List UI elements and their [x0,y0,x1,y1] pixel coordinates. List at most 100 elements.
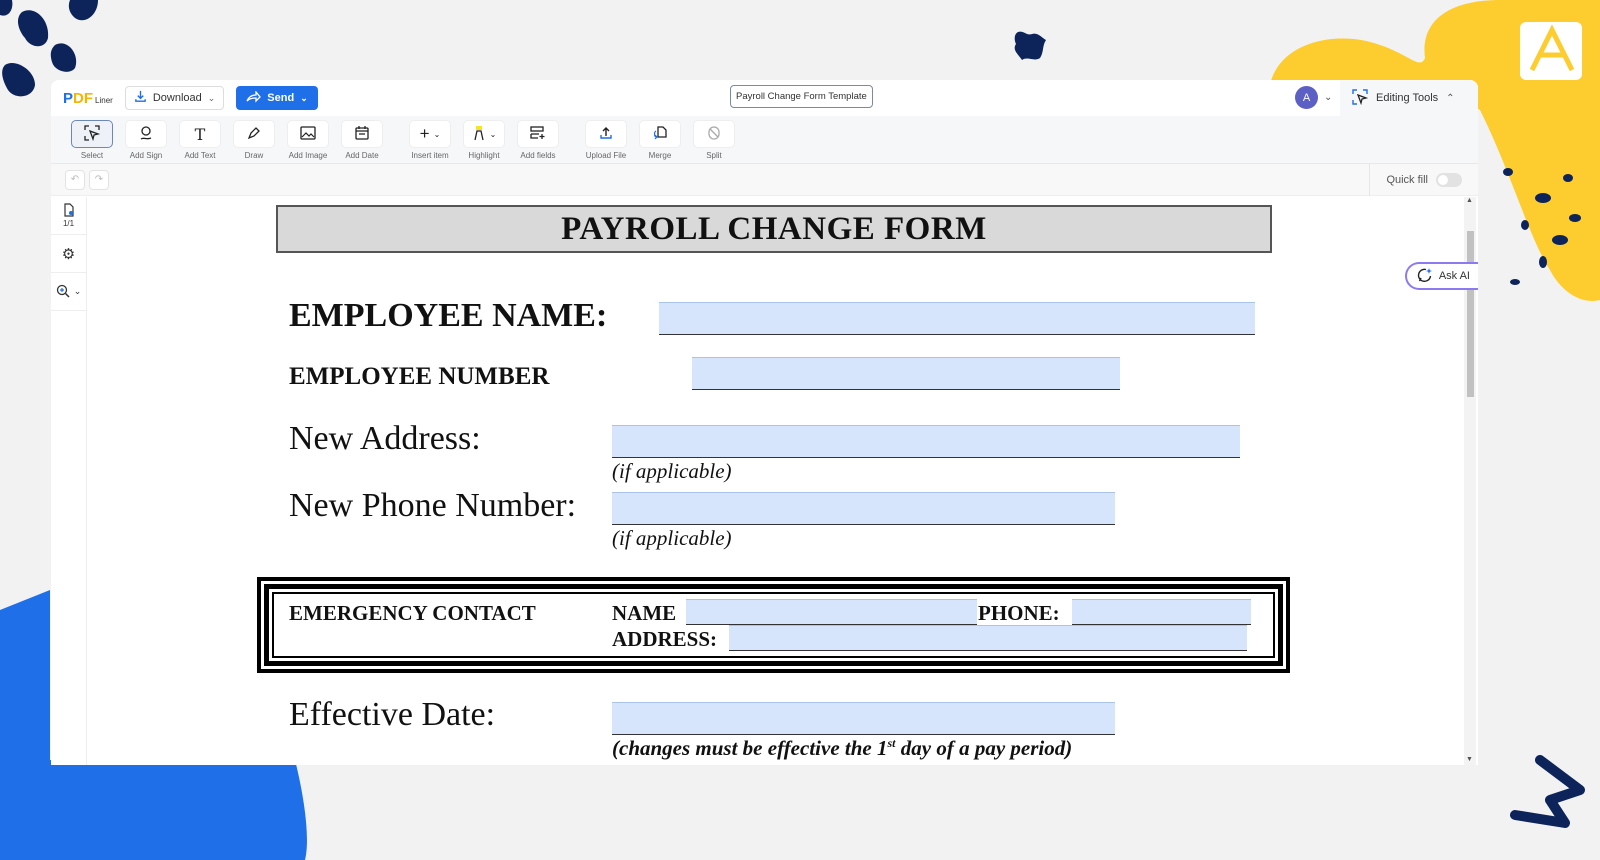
send-button[interactable]: Send ⌄ [236,86,318,110]
tool-add-text[interactable]: T Add Text [173,120,227,160]
pages-button[interactable]: 1/1 [51,197,86,235]
ec-name-label: NAME [612,601,677,625]
effective-date-field[interactable] [612,702,1115,735]
new-address-field[interactable] [612,425,1240,458]
zoom-in-icon [56,284,70,300]
document-title-input[interactable]: Payroll Change Form Template [730,85,873,108]
tool-label: Highlight [468,151,500,160]
gear-icon: ⚙ [61,245,76,263]
chevron-down-icon: ⌄ [1324,92,1333,103]
hint-text: (changes must be effective the 1 [612,736,888,760]
redo-button[interactable]: ↷ [89,169,109,190]
effective-date-hint: (changes must be effective the 1st day o… [612,736,1072,761]
tool-label: Insert item [411,151,449,160]
logo-letter-d: D [73,89,84,107]
text-icon: T [194,124,206,144]
chevron-down-icon: ⌄ [489,129,497,139]
signature-icon [138,125,154,144]
logo-letter-f: F [83,89,94,107]
tool-split[interactable]: Split [687,120,741,160]
top-bar: P D F Liner Download ⌄ Send ⌄ Payroll Ch… [51,80,1478,116]
tool-label: Merge [648,151,672,160]
calendar-icon [355,125,369,143]
sub-toolbar: ↶ ↷ Quick fill [51,164,1478,196]
undo-icon: ↶ [70,174,80,185]
tool-label: Add Sign [129,151,163,160]
editing-tools-label: Editing Tools [1376,92,1439,104]
new-address-hint: (if applicable) [612,459,732,483]
decorative-squiggle [1510,755,1585,828]
tool-label: Add Image [288,151,328,160]
chevron-down-icon: ⌄ [300,92,308,103]
tool-label: Split [706,151,722,160]
tool-label: Add fields [520,151,556,160]
quick-fill-toggle[interactable] [1436,173,1462,187]
ec-address-field[interactable] [729,625,1247,651]
employee-name-field[interactable] [659,302,1255,335]
tool-highlight[interactable]: ⌄ Highlight [457,120,511,160]
download-button[interactable]: Download ⌄ [124,86,225,110]
send-label: Send [267,92,295,104]
merge-icon [652,125,668,144]
scroll-up-arrow[interactable]: ▲ [1466,197,1473,204]
ec-phone-label: PHONE: [978,601,1060,625]
emergency-contact-label: EMERGENCY CONTACT [289,601,536,625]
account-menu[interactable]: A ⌄ [1295,86,1332,109]
tool-add-sign[interactable]: Add Sign [119,120,173,160]
redo-icon: ↷ [94,174,104,185]
ask-ai-label: Ask AI [1438,270,1470,282]
page-counter: 1/1 [62,219,75,228]
undo-button[interactable]: ↶ [65,169,85,190]
employee-name-label: EMPLOYEE NAME: [289,297,608,334]
image-icon [300,125,316,143]
settings-button[interactable]: ⚙ [51,235,86,273]
effective-date-label: Effective Date: [289,696,496,733]
left-sidebar: 1/1 ⚙ ⌄ [51,197,87,765]
editing-tools-toggle[interactable]: Editing Tools ⌃ [1340,80,1478,116]
pdfliner-logo[interactable]: P D F Liner [63,90,113,107]
avatar[interactable]: A [1295,86,1318,109]
chevron-down-icon: ⌄ [73,286,82,296]
tool-add-date[interactable]: Add Date [335,120,389,160]
tool-select[interactable]: Select [65,120,119,160]
chevron-up-icon: ⌃ [1446,92,1455,104]
logo-liner: Liner [95,95,113,105]
tool-label: Upload File [585,151,627,160]
pdf-page: PAYROLL CHANGE FORM EMPLOYEE NAME: EMPLO… [257,205,1290,760]
tool-upload-file[interactable]: Upload File [579,120,633,160]
add-fields-icon [530,125,546,143]
employee-number-label: EMPLOYEE NUMBER [289,363,550,390]
page-view-icon [62,203,76,219]
send-icon [246,89,262,106]
tool-draw[interactable]: Draw [227,120,281,160]
new-phone-label: New Phone Number: [289,487,577,524]
zoom-button[interactable]: ⌄ [51,273,86,311]
tool-add-image[interactable]: Add Image [281,120,335,160]
tool-merge[interactable]: Merge [633,120,687,160]
highlighter-icon [472,125,486,144]
tool-label: Add Date [345,151,379,160]
ask-ai-button[interactable]: Ask AI [1404,262,1478,290]
ai-chat-icon [1417,267,1433,286]
employee-number-field[interactable] [692,357,1120,390]
new-phone-hint: (if applicable) [612,526,732,550]
split-icon [707,125,721,144]
chevron-down-icon: ⌄ [207,92,216,103]
plus-icon: + [419,124,430,143]
scroll-down-arrow[interactable]: ▼ [1466,756,1473,763]
editing-toolbar: Select Add Sign T Add Text Draw Add Imag… [51,116,1478,164]
ec-name-field[interactable] [686,599,977,625]
tool-insert-item[interactable]: + ⌄ Insert item [403,120,457,160]
scroll-thumb[interactable] [1467,231,1474,397]
tool-label: Select [80,151,104,160]
pen-icon [246,125,262,144]
new-phone-field[interactable] [612,492,1115,525]
tool-add-fields[interactable]: Add fields [511,120,565,160]
ec-phone-field[interactable] [1072,599,1251,625]
download-icon [134,90,147,106]
upload-icon [599,126,613,143]
quick-fill: Quick fill [1369,164,1462,196]
chevron-down-icon: ⌄ [433,129,441,139]
tool-label: Draw [244,151,264,160]
new-address-label: New Address: [289,420,481,457]
